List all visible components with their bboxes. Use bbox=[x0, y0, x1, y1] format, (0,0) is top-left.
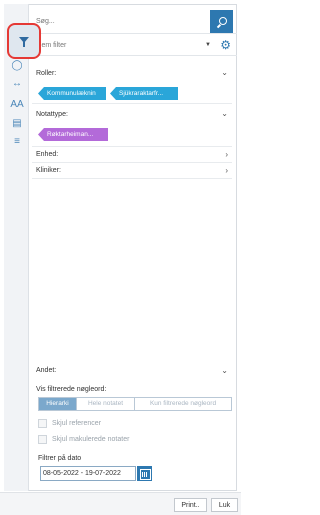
keyword-display-label: Vis filtrerede nøgleord: bbox=[36, 386, 107, 393]
footer-bar: Print.. Luk bbox=[0, 492, 241, 515]
section-title: Kliniker: bbox=[36, 167, 61, 174]
sort-list-icon[interactable]: ≡ bbox=[10, 134, 24, 148]
document-search-icon[interactable]: ▤ bbox=[10, 116, 24, 130]
section-notattype: Notattype: ⌄ Røktarheiman... bbox=[32, 107, 232, 147]
saved-filter-select[interactable]: Gem filter ▼ ⚙ bbox=[30, 36, 237, 56]
chevron-down-icon[interactable]: ▼ bbox=[205, 42, 211, 48]
section-kliniker[interactable]: Kliniker: › bbox=[32, 164, 232, 179]
section-enhed[interactable]: Enhed: › bbox=[32, 148, 232, 163]
tag-role[interactable]: Sjükraraktarfr... bbox=[110, 87, 178, 100]
keyword-display-toggle: Hierarki Hele notatet Kun filtrerede nøg… bbox=[38, 397, 232, 411]
section-title: Andet: bbox=[36, 367, 57, 374]
section-title: Roller: bbox=[36, 70, 57, 77]
calendar-icon[interactable] bbox=[137, 466, 152, 481]
section-title: Enhed: bbox=[36, 151, 59, 158]
checkbox[interactable] bbox=[38, 419, 47, 428]
tag-role[interactable]: Kommunulæknin bbox=[38, 87, 106, 100]
chevron-down-icon[interactable]: ⌄ bbox=[221, 109, 228, 118]
tag-note-type[interactable]: Røktarheiman... bbox=[38, 128, 108, 141]
search-input[interactable] bbox=[36, 13, 206, 29]
chevron-right-icon[interactable]: › bbox=[225, 150, 228, 159]
hide-voided-notes-checkbox[interactable]: Skjul makulerede notater bbox=[38, 435, 218, 445]
hide-references-checkbox[interactable]: Skjul referencer bbox=[38, 419, 218, 429]
chevron-down-icon[interactable]: ⌄ bbox=[221, 366, 228, 375]
close-button[interactable]: Luk bbox=[211, 498, 238, 512]
chevron-down-icon[interactable]: ⌄ bbox=[221, 68, 228, 77]
section-title: Notattype: bbox=[36, 111, 68, 118]
left-icon-rail: ◯ ↔ AA ▤ ≡ bbox=[4, 4, 41, 491]
checkbox-label: Skjul referencer bbox=[52, 420, 102, 427]
print-button[interactable]: Print.. bbox=[174, 498, 207, 512]
checkbox[interactable] bbox=[38, 435, 47, 444]
search-button[interactable] bbox=[210, 10, 233, 33]
date-filter-label: Filtrer på dato bbox=[38, 455, 82, 462]
segment-kun-filtrerede[interactable]: Kun filtrerede nøgleord bbox=[135, 398, 231, 410]
section-roller: Roller: ⌄ Kommunulæknin Sjükraraktarfr..… bbox=[32, 66, 232, 104]
search-bar bbox=[30, 9, 237, 34]
text-size-icon[interactable]: AA bbox=[10, 97, 24, 111]
checkbox-label: Skjul makulerede notater bbox=[52, 436, 130, 443]
accessibility-icon[interactable]: ◯ bbox=[10, 58, 24, 72]
filter-toggle-button[interactable] bbox=[7, 23, 41, 59]
expand-arrows-icon[interactable]: ↔ bbox=[10, 76, 24, 90]
gear-icon[interactable]: ⚙ bbox=[220, 39, 231, 51]
segment-hele-notatet[interactable]: Hele notatet bbox=[77, 398, 135, 410]
chevron-right-icon[interactable]: › bbox=[225, 166, 228, 175]
segment-hierarki[interactable]: Hierarki bbox=[39, 398, 77, 410]
date-range-input[interactable]: 08-05-2022 - 19-07-2022 bbox=[40, 466, 136, 481]
search-icon bbox=[218, 16, 227, 25]
